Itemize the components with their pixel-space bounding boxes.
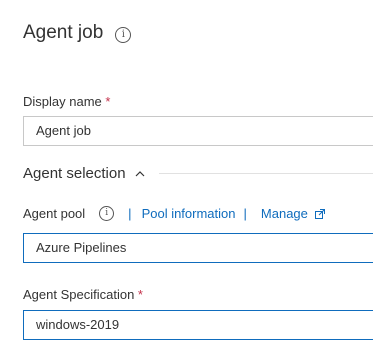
agent-specification-label-text: Agent Specification [23, 287, 135, 302]
link-separator: | [243, 206, 247, 221]
external-link-icon[interactable] [314, 208, 325, 219]
info-icon[interactable]: i [115, 26, 132, 43]
link-separator: | [128, 206, 132, 221]
agent-specification-select[interactable]: windows-2019 [23, 310, 373, 340]
display-name-label-text: Display name [23, 94, 102, 109]
page-title: Agent job [23, 22, 104, 43]
section-divider [158, 173, 373, 174]
agent-pool-row: Agent pool i | Pool information | Manage [23, 206, 325, 221]
required-marker: * [105, 94, 111, 109]
agent-pool-label: Agent pool [23, 206, 86, 221]
agent-specification-label: Agent Specification * [23, 287, 143, 302]
agent-selection-title: Agent selection [23, 165, 126, 182]
pool-information-link[interactable]: Pool information [142, 206, 236, 221]
display-name-label: Display name * [23, 94, 110, 109]
agent-job-panel: Agent job i Display name * Agent job Age… [0, 0, 373, 353]
required-marker: * [137, 287, 143, 302]
agent-selection-section-header[interactable]: Agent selection [23, 165, 373, 182]
chevron-up-icon[interactable] [135, 169, 145, 179]
manage-link[interactable]: Manage [261, 206, 308, 221]
agent-pool-select[interactable]: Azure Pipelines [23, 233, 373, 263]
display-name-input[interactable]: Agent job [23, 116, 373, 146]
info-icon[interactable]: i [99, 206, 115, 221]
panel-header: Agent job i [23, 22, 132, 44]
